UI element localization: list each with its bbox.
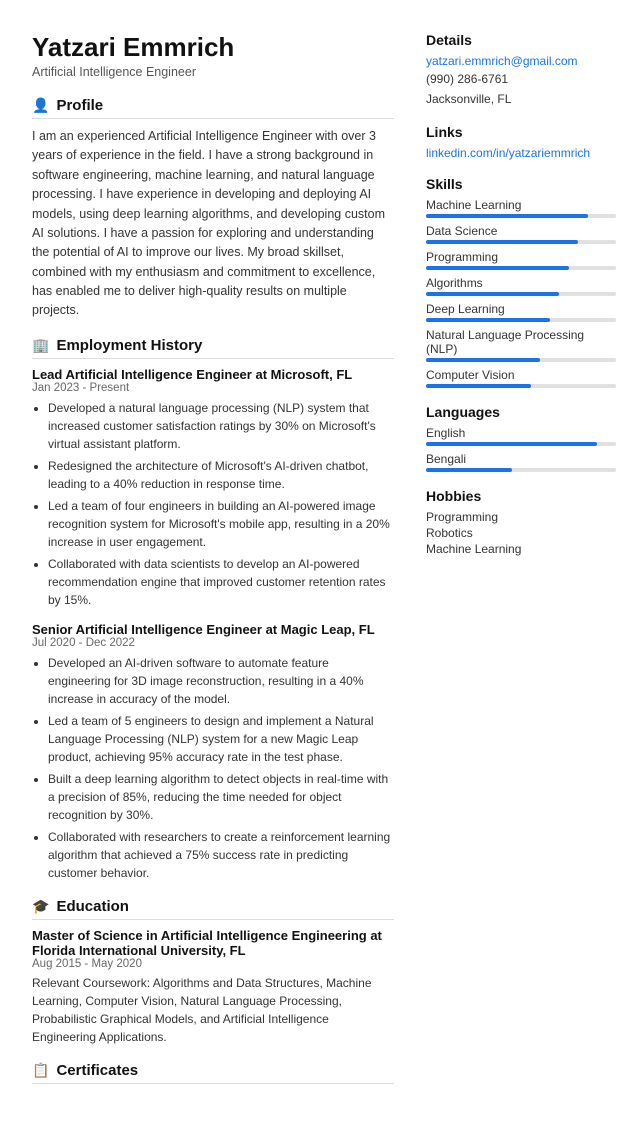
certificates-section-title: 📋 Certificates	[32, 1062, 394, 1084]
employment-section: 🏢 Employment History Lead Artificial Int…	[32, 337, 394, 882]
languages-title: Languages	[426, 404, 616, 420]
location: Jacksonville, FL	[426, 90, 616, 108]
job-bullet: Developed a natural language processing …	[48, 399, 394, 453]
language-bar-fill	[426, 442, 597, 446]
language-label: Bengali	[426, 452, 616, 466]
skill-label: Machine Learning	[426, 198, 616, 212]
language-label: English	[426, 426, 616, 440]
skill-item: Deep Learning	[426, 302, 616, 322]
job-bullet: Redesigned the architecture of Microsoft…	[48, 457, 394, 493]
candidate-name: Yatzari Emmrich	[32, 32, 394, 63]
skill-bar-fill	[426, 292, 559, 296]
education-section: 🎓 Education Master of Science in Artific…	[32, 898, 394, 1046]
skill-label: Computer Vision	[426, 368, 616, 382]
language-item: Bengali	[426, 452, 616, 472]
edu-container: Master of Science in Artificial Intellig…	[32, 928, 394, 1046]
hobbies-container: Programming Robotics Machine Learning	[426, 510, 616, 556]
job-bullet: Led a team of 5 engineers to design and …	[48, 712, 394, 766]
skill-item: Data Science	[426, 224, 616, 244]
details-title: Details	[426, 32, 616, 48]
skills-section: Skills Machine Learning Data Science Pro…	[426, 176, 616, 388]
language-bar-bg	[426, 442, 616, 446]
language-bar-fill	[426, 468, 512, 472]
skill-bar-bg	[426, 214, 616, 218]
jobs-container: Lead Artificial Intelligence Engineer at…	[32, 367, 394, 882]
job-bullet: Collaborated with data scientists to dev…	[48, 555, 394, 609]
skill-item: Natural Language Processing (NLP)	[426, 328, 616, 362]
edu-date: Aug 2015 - May 2020	[32, 958, 394, 970]
hobby-item: Machine Learning	[426, 542, 616, 556]
job-date: Jul 2020 - Dec 2022	[32, 637, 394, 649]
skill-label: Natural Language Processing (NLP)	[426, 328, 616, 356]
right-panel: Details yatzari.emmrich@gmail.com (990) …	[426, 32, 616, 1100]
language-item: English	[426, 426, 616, 446]
skill-label: Programming	[426, 250, 616, 264]
job-title: Senior Artificial Intelligence Engineer …	[32, 622, 394, 637]
skill-bar-bg	[426, 384, 616, 388]
email-link[interactable]: yatzari.emmrich@gmail.com	[426, 54, 616, 68]
links-title: Links	[426, 124, 616, 140]
languages-container: English Bengali	[426, 426, 616, 472]
job-bullet: Built a deep learning algorithm to detec…	[48, 770, 394, 824]
links-section: Links linkedin.com/in/yatzariemmrich	[426, 124, 616, 160]
skill-bar-fill	[426, 384, 531, 388]
hobbies-section: Hobbies Programming Robotics Machine Learn…	[426, 488, 616, 556]
profile-icon: 👤	[32, 97, 49, 114]
skill-item: Machine Learning	[426, 198, 616, 218]
skills-container: Machine Learning Data Science Programmin…	[426, 198, 616, 388]
job-bullet: Collaborated with researchers to create …	[48, 828, 394, 882]
profile-section: 👤 Profile I am an experienced Artificial…	[32, 97, 394, 321]
languages-section: Languages English Bengali	[426, 404, 616, 472]
candidate-subtitle: Artificial Intelligence Engineer	[32, 65, 394, 79]
employment-section-title: 🏢 Employment History	[32, 337, 394, 359]
skill-bar-fill	[426, 214, 588, 218]
employment-icon: 🏢	[32, 337, 49, 354]
hobby-item: Programming	[426, 510, 616, 524]
education-section-title: 🎓 Education	[32, 898, 394, 920]
skill-bar-bg	[426, 266, 616, 270]
skill-bar-bg	[426, 292, 616, 296]
skill-bar-fill	[426, 266, 569, 270]
skill-item: Algorithms	[426, 276, 616, 296]
edu-degree: Master of Science in Artificial Intellig…	[32, 928, 394, 958]
hobbies-title: Hobbies	[426, 488, 616, 504]
education-icon: 🎓	[32, 898, 49, 915]
linkedin-link[interactable]: linkedin.com/in/yatzariemmrich	[426, 146, 616, 160]
skill-item: Programming	[426, 250, 616, 270]
hobby-item: Robotics	[426, 526, 616, 540]
job-title: Lead Artificial Intelligence Engineer at…	[32, 367, 394, 382]
phone: (990) 286-6761	[426, 70, 616, 88]
job-bullet: Developed an AI-driven software to autom…	[48, 654, 394, 708]
skill-bar-bg	[426, 318, 616, 322]
job-item: Senior Artificial Intelligence Engineer …	[32, 622, 394, 882]
skill-bar-bg	[426, 240, 616, 244]
language-bar-bg	[426, 468, 616, 472]
skill-bar-fill	[426, 358, 540, 362]
skill-bar-fill	[426, 240, 578, 244]
skill-bar-bg	[426, 358, 616, 362]
skill-label: Algorithms	[426, 276, 616, 290]
details-section: Details yatzari.emmrich@gmail.com (990) …	[426, 32, 616, 108]
header: Yatzari Emmrich Artificial Intelligence …	[32, 32, 394, 79]
skill-label: Data Science	[426, 224, 616, 238]
skill-bar-fill	[426, 318, 550, 322]
certificates-section: 📋 Certificates	[32, 1062, 394, 1084]
job-bullet: Led a team of four engineers in building…	[48, 497, 394, 551]
edu-item: Master of Science in Artificial Intellig…	[32, 928, 394, 1046]
edu-desc: Relevant Coursework: Algorithms and Data…	[32, 974, 394, 1046]
skill-label: Deep Learning	[426, 302, 616, 316]
profile-section-title: 👤 Profile	[32, 97, 394, 119]
job-date: Jan 2023 - Present	[32, 382, 394, 394]
job-item: Lead Artificial Intelligence Engineer at…	[32, 367, 394, 609]
job-bullets: Developed an AI-driven software to autom…	[32, 654, 394, 882]
certificates-icon: 📋	[32, 1062, 49, 1079]
job-bullets: Developed a natural language processing …	[32, 399, 394, 609]
skill-item: Computer Vision	[426, 368, 616, 388]
skills-title: Skills	[426, 176, 616, 192]
profile-text: I am an experienced Artificial Intellige…	[32, 127, 394, 321]
